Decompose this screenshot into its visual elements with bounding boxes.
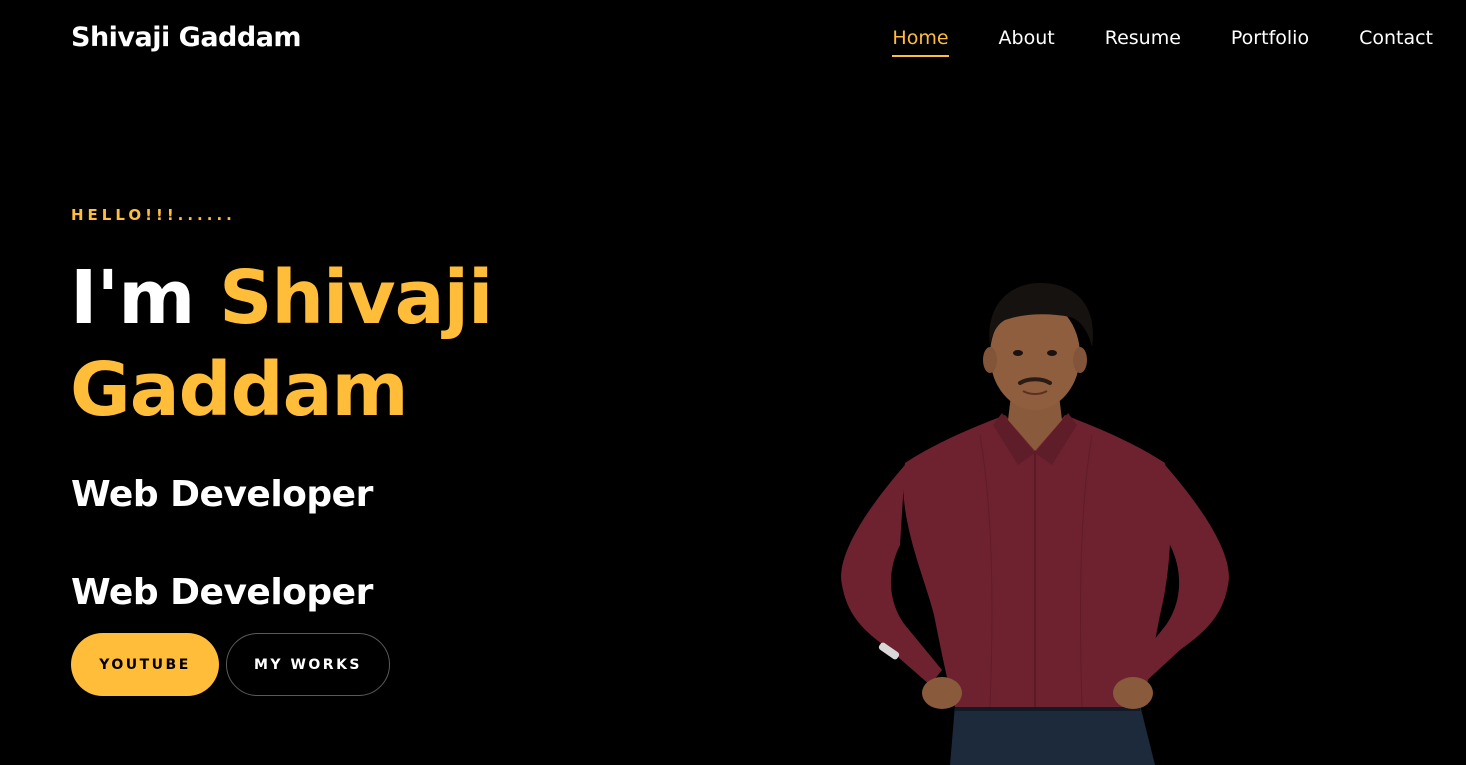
main-nav: Home About Resume Portfolio Contact — [842, 24, 1433, 57]
portrait-left-hand — [922, 677, 962, 709]
nav-item-portfolio[interactable]: Portfolio — [1231, 24, 1309, 56]
hero-greeting: HELLO!!!...... — [71, 206, 236, 224]
portrait-shirt — [903, 415, 1171, 707]
portrait-photo — [841, 283, 1229, 765]
hero-role-typed: Web Developer — [71, 572, 373, 613]
hero-role-primary: Web Developer — [71, 474, 373, 515]
nav-item-home[interactable]: Home — [892, 24, 949, 57]
nav-item-contact[interactable]: Contact — [1359, 24, 1433, 56]
portrait-jeans — [950, 705, 1155, 765]
page: Shivaji Gaddam Home About Resume Portfol… — [0, 0, 1466, 765]
nav-item-resume[interactable]: Resume — [1105, 24, 1181, 56]
hero-title: I'm Shivaji Gaddam — [70, 252, 590, 436]
portrait-right-hand — [1113, 677, 1153, 709]
nav-item-about[interactable]: About — [999, 24, 1055, 56]
hero-title-prefix: I'm — [70, 255, 220, 341]
youtube-button[interactable]: YOUTUBE — [71, 633, 219, 696]
brand-logo[interactable]: Shivaji Gaddam — [71, 18, 302, 58]
my-works-button[interactable]: MY WORKS — [226, 633, 390, 696]
